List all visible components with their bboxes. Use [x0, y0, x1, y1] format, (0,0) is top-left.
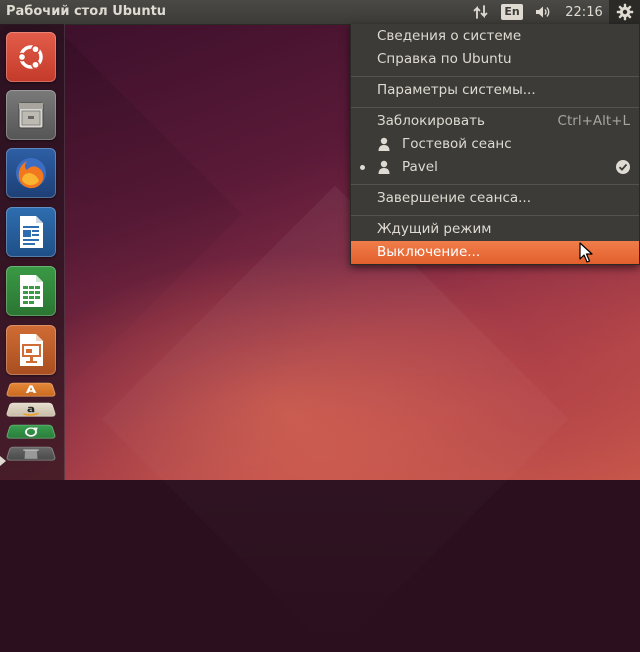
session-menu: Сведения о системе Справка по Ubuntu Пар…: [350, 24, 640, 265]
launcher-item-files[interactable]: [6, 90, 56, 140]
session-indicator[interactable]: [609, 0, 640, 24]
menu-item-logout[interactable]: Завершение сеанса...: [351, 187, 639, 210]
active-user-dot: [360, 165, 365, 170]
mouse-cursor-icon: [579, 242, 593, 263]
software-center-icon: A: [25, 384, 36, 396]
menu-item-shutdown[interactable]: Выключение...: [351, 241, 639, 264]
launcher: A a: [0, 24, 65, 480]
launcher-item-impress[interactable]: [6, 325, 56, 375]
menu-item-shortcut: Ctrl+Alt+L: [557, 113, 630, 129]
menu-separator: [351, 107, 639, 108]
menu-item-label: Ждущий режим: [377, 221, 492, 237]
top-panel: Рабочий стол Ubuntu En 22:16: [0, 0, 640, 24]
libreoffice-impress-icon: [20, 334, 43, 366]
menu-item-user[interactable]: Pavel: [351, 156, 639, 179]
launcher-active-indicator: [0, 456, 6, 466]
menu-item-label: Гостевой сеанс: [402, 136, 512, 152]
menu-item-lock[interactable]: Заблокировать Ctrl+Alt+L: [351, 110, 639, 133]
menu-item-help[interactable]: Справка по Ubuntu: [351, 48, 639, 71]
sound-indicator[interactable]: [530, 0, 556, 24]
firefox-icon: [16, 158, 46, 189]
menu-item-label: Заблокировать: [377, 113, 485, 129]
user-icon: [378, 137, 390, 151]
menu-item-label: Сведения о системе: [377, 28, 522, 44]
gear-icon: [616, 3, 633, 21]
file-manager-icon: [18, 102, 44, 129]
launcher-item-firefox[interactable]: [6, 148, 56, 198]
clock-indicator[interactable]: 22:16: [562, 0, 606, 24]
system-updater-icon: [6, 425, 57, 439]
menu-item-label: Выключение...: [377, 244, 481, 260]
network-transfer-icon: [473, 5, 488, 19]
keyboard-layout-indicator[interactable]: En: [500, 0, 524, 24]
user-icon: [378, 160, 390, 174]
svg-text:A: A: [25, 384, 36, 396]
libreoffice-writer-icon: [20, 216, 43, 248]
menu-item-about[interactable]: Сведения о системе: [351, 25, 639, 48]
libreoffice-calc-icon: [20, 275, 43, 307]
svg-text:a: a: [27, 404, 36, 415]
checkmark-icon: [616, 160, 630, 174]
keyboard-layout-label: En: [501, 4, 523, 20]
menu-separator: [351, 215, 639, 216]
network-indicator[interactable]: [466, 0, 496, 24]
menu-item-label: Завершение сеанса...: [377, 190, 532, 206]
ubuntu-dash-icon: [17, 44, 43, 70]
speaker-icon: [536, 6, 550, 18]
menu-separator: [351, 76, 639, 77]
menu-item-suspend[interactable]: Ждущий режим: [351, 218, 639, 241]
launcher-item-amazon[interactable]: a: [5, 403, 57, 417]
menu-item-system-settings[interactable]: Параметры системы...: [351, 79, 639, 102]
launcher-item-writer[interactable]: [6, 207, 56, 257]
launcher-item-dash[interactable]: [6, 32, 56, 82]
launcher-item-trash[interactable]: [5, 446, 57, 461]
panel-window-title: Рабочий стол Ubuntu: [6, 4, 167, 19]
menu-item-guest-session[interactable]: Гостевой сеанс: [351, 133, 639, 156]
launcher-item-updater[interactable]: [5, 425, 57, 439]
launcher-item-calc[interactable]: [6, 266, 56, 316]
menu-item-label: Справка по Ubuntu: [377, 51, 512, 67]
trash-icon: [23, 449, 39, 459]
menu-item-label: Параметры системы...: [377, 82, 536, 98]
clock-time: 22:16: [565, 4, 603, 20]
launcher-item-software-center[interactable]: A: [5, 382, 57, 397]
menu-separator: [351, 184, 639, 185]
amazon-icon: a: [6, 403, 57, 417]
menu-item-label: Pavel: [402, 159, 438, 175]
